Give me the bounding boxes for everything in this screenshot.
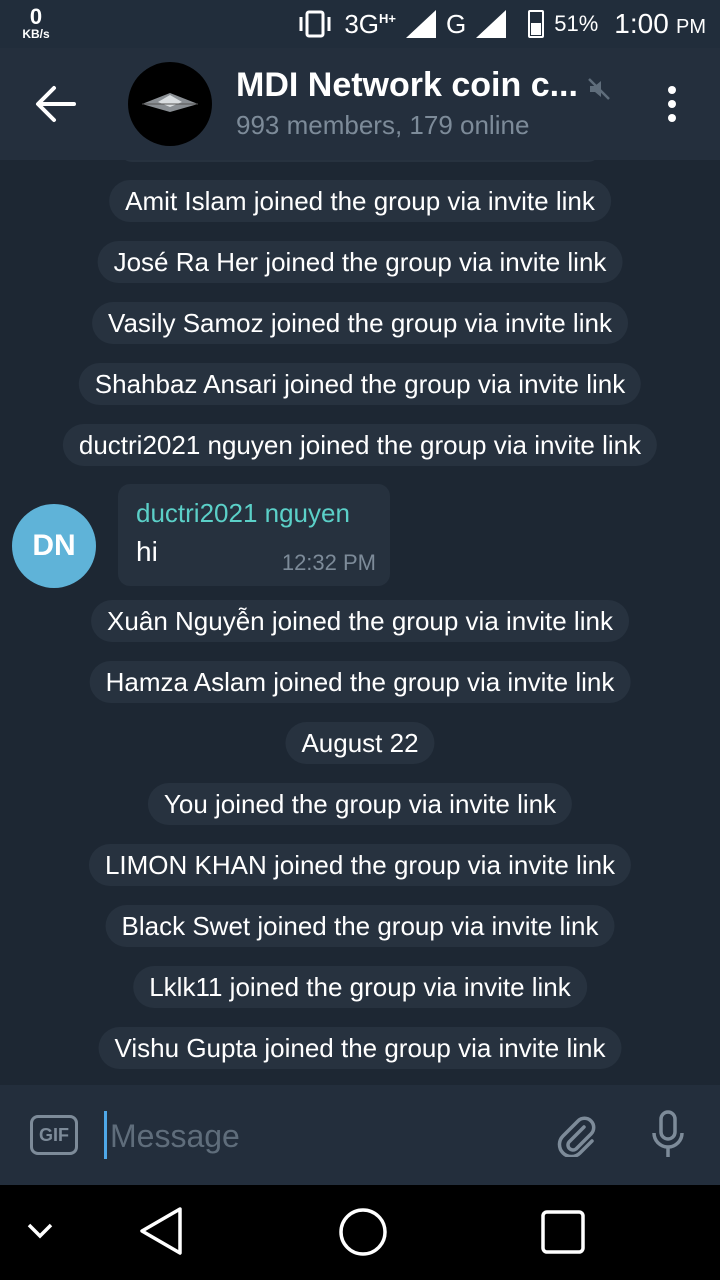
chevron-down-icon[interactable] <box>26 1221 54 1241</box>
speed-unit: KB/s <box>22 27 50 41</box>
service-message: Vishu Gupta joined the group via invite … <box>98 1027 622 1069</box>
message-list[interactable]: Amit Islam joined the group via invite l… <box>0 160 720 1085</box>
clock-ampm: PM <box>676 16 706 38</box>
back-arrow-icon[interactable] <box>34 84 78 124</box>
speed-value: 0 <box>29 4 43 29</box>
message-composer: GIF <box>0 1085 720 1185</box>
network-3g: 3G <box>344 8 379 39</box>
group-logo-icon <box>142 93 198 112</box>
text-cursor <box>104 1111 107 1159</box>
clock-time: 1:00 <box>614 8 669 39</box>
network-speed: 0 KB/s <box>18 4 54 41</box>
nav-back-icon[interactable] <box>138 1205 184 1257</box>
service-message: Xuân Nguyễn joined the group via invite … <box>91 600 629 642</box>
network-type: 3G H+ <box>344 9 396 40</box>
signal-icon <box>476 10 507 38</box>
nav-recents-icon[interactable] <box>540 1209 586 1255</box>
message-bubble[interactable]: ductri2021 nguyen hi 12:32 PM <box>118 484 390 586</box>
date-separator: August 22 <box>285 722 435 764</box>
service-message: ductri2021 nguyen joined the group via i… <box>62 424 658 466</box>
service-message: LIMON KHAN joined the group via invite l… <box>88 844 632 886</box>
muted-icon <box>588 78 610 100</box>
signal-icon <box>405 10 436 38</box>
service-message-partial <box>120 160 600 162</box>
group-avatar[interactable] <box>128 62 212 146</box>
chat-title[interactable]: MDI Network coin c... <box>236 66 578 105</box>
service-message: Lklk11 joined the group via invite link <box>133 966 587 1008</box>
member-count: 993 members, 179 online <box>236 110 530 140</box>
message-text: hi <box>136 536 158 567</box>
clock: 1:00 PM <box>614 8 706 40</box>
service-message: Black Swet joined the group via invite l… <box>105 905 615 947</box>
service-message: José Ra Her joined the group via invite … <box>97 241 623 283</box>
service-message: Shahbaz Ansari joined the group via invi… <box>78 363 642 405</box>
user-avatar[interactable]: DN <box>12 504 96 588</box>
battery-percent: 51% <box>554 11 599 36</box>
avatar-initials: DN <box>32 529 76 562</box>
more-vert-icon[interactable] <box>660 84 684 124</box>
service-message: You joined the group via invite link <box>147 783 573 825</box>
mic-icon[interactable] <box>650 1109 686 1161</box>
gif-button[interactable]: GIF <box>30 1115 78 1155</box>
attach-icon[interactable] <box>554 1113 598 1157</box>
nav-home-icon[interactable] <box>338 1207 388 1257</box>
battery-icon <box>528 10 545 38</box>
status-bar: 0 KB/s 3G H+ G 51% 1:00 PM <box>0 0 720 48</box>
chat-header: MDI Network coin c... 993 members, 179 o… <box>0 48 720 160</box>
status-icons: 3G H+ G 51% 1:00 PM <box>296 0 706 48</box>
service-message: Amit Islam joined the group via invite l… <box>109 180 611 222</box>
navigation-bar <box>0 1185 720 1280</box>
message-sender[interactable]: ductri2021 nguyen <box>136 498 350 529</box>
network-g: G <box>445 8 467 39</box>
service-message: Hamza Aslam joined the group via invite … <box>89 661 631 703</box>
network-h: H+ <box>379 10 396 26</box>
service-message: Vasily Samoz joined the group via invite… <box>92 302 628 344</box>
message-time: 12:32 PM <box>281 550 376 575</box>
message-input[interactable] <box>108 1109 512 1163</box>
vibrate-icon <box>299 10 331 38</box>
